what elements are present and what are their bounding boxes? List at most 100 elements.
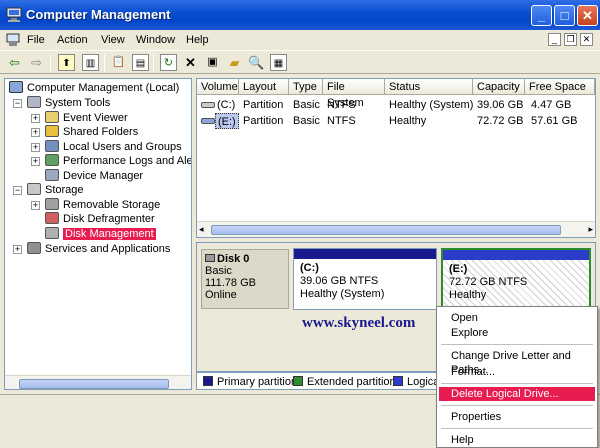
tree-removable-storage[interactable]: Removable Storage (45, 198, 160, 212)
expand-icon[interactable]: + (31, 157, 40, 166)
properties-icon[interactable]: 📋 (110, 54, 127, 71)
menu-window[interactable]: Window (136, 34, 175, 46)
computer-icon (9, 81, 23, 93)
legend-swatch (203, 376, 213, 386)
forward-icon[interactable]: ⇨ (28, 54, 45, 71)
menu-item-format[interactable]: Format... (451, 365, 495, 379)
watermark-text: www.skyneel.com (302, 315, 416, 331)
mdi-minimize-button[interactable]: _ (548, 33, 561, 46)
title-bar[interactable]: Computer Management _ □ ✕ (0, 0, 600, 30)
disk-info[interactable]: Disk 0 Basic 111.78 GB Online (201, 249, 289, 309)
volume-list[interactable]: Volume Layout Type File System Status Ca… (196, 78, 596, 238)
tree-storage[interactable]: Storage (27, 183, 84, 197)
column-header-type[interactable]: Type (289, 79, 323, 95)
scroll-thumb[interactable] (211, 225, 561, 235)
partition-c[interactable]: (C:) 39.06 GB NTFS Healthy (System) (293, 248, 437, 310)
column-header-capacity[interactable]: Capacity (473, 79, 525, 95)
maximize-button[interactable]: □ (554, 5, 575, 26)
column-header-volume[interactable]: Volume (197, 79, 239, 95)
disk-name: Disk 0 (217, 253, 250, 265)
close-icon: ✕ (582, 8, 593, 23)
menu-separator (441, 428, 593, 429)
back-icon[interactable]: ⇦ (6, 54, 23, 71)
scroll-left-icon[interactable]: ◂ (199, 224, 204, 235)
expand-icon[interactable]: + (31, 128, 40, 137)
services-icon (27, 242, 41, 254)
mdi-restore-button[interactable]: ❐ (564, 33, 577, 46)
scroll-thumb[interactable] (19, 379, 169, 389)
mdi-close-button[interactable]: ✕ (580, 33, 593, 46)
tree-system-tools[interactable]: System Tools (27, 96, 110, 110)
cell-volume: (E:) (215, 113, 239, 129)
menu-item-explore[interactable]: Explore (451, 326, 488, 340)
menu-view[interactable]: View (101, 34, 125, 46)
column-header-file-system[interactable]: File System (323, 79, 385, 109)
partition-label: (E:) (449, 263, 468, 275)
up-icon[interactable]: ⬆ (58, 54, 75, 71)
tree-performance-logs[interactable]: Performance Logs and Alerts (45, 154, 191, 168)
tree-root[interactable]: Computer Management (Local) (9, 81, 179, 95)
menu-bar: File Action View Window Help _ ❐ ✕ (0, 30, 600, 50)
tree-local-users[interactable]: Local Users and Groups (45, 140, 182, 154)
volume-horizontal-scrollbar[interactable]: ◂ ▸ (197, 221, 595, 237)
menu-item-help[interactable]: Help (451, 433, 474, 447)
legend-primary: Primary partition (203, 374, 297, 390)
menu-action[interactable]: Action (57, 34, 88, 46)
tree-services-applications[interactable]: Services and Applications (27, 242, 170, 256)
app-menu-icon[interactable] (6, 33, 20, 47)
tree-label: Services and Applications (45, 243, 171, 255)
tree-disk-management[interactable]: Disk Management (45, 227, 156, 241)
toolbar-separator (104, 54, 105, 72)
connect-icon[interactable]: ▣ (204, 54, 221, 71)
legend-swatch (293, 376, 303, 386)
menu-item-change-drive-letter[interactable]: Change Drive Letter and Paths... (451, 349, 597, 376)
cell-type: Basic (293, 99, 320, 111)
menu-item-delete-logical-drive[interactable]: Delete Logical Drive... (439, 387, 595, 401)
column-header-layout[interactable]: Layout (239, 79, 289, 95)
collapse-icon[interactable]: − (13, 186, 22, 195)
refresh-icon[interactable]: ↻ (160, 54, 177, 71)
cell-status: Healthy (System) (389, 99, 474, 111)
disk-type: Basic (205, 265, 232, 277)
partition-e[interactable]: (E:) 72.72 GB NTFS Healthy (441, 248, 591, 310)
tree-device-manager[interactable]: Device Manager (45, 169, 143, 183)
partition-status: Healthy (449, 289, 487, 301)
tree-pane[interactable]: Computer Management (Local) − System Too… (4, 78, 192, 390)
primary-partition-band (294, 249, 436, 259)
tree-label: Disk Defragmenter (63, 213, 155, 225)
delete-icon[interactable]: ✕ (182, 54, 199, 71)
magnify-icon[interactable]: ▦ (270, 54, 287, 71)
help-icon[interactable]: ▤ (132, 54, 149, 71)
disk-management-icon (45, 227, 59, 239)
open-icon[interactable]: ▰ (226, 54, 243, 71)
disk-icon (205, 254, 215, 262)
expand-icon[interactable]: + (31, 143, 40, 152)
show-hide-tree-icon[interactable]: ▥ (82, 54, 99, 71)
menu-separator (441, 344, 593, 345)
column-header-status[interactable]: Status (385, 79, 473, 95)
performance-icon (45, 154, 59, 166)
menu-help[interactable]: Help (186, 34, 209, 46)
scroll-right-icon[interactable]: ▸ (588, 224, 593, 235)
search-icon[interactable]: 🔍 (248, 54, 265, 71)
minimize-button[interactable]: _ (531, 5, 552, 26)
minimize-icon: _ (537, 8, 546, 23)
menu-item-properties[interactable]: Properties (451, 410, 501, 424)
tree-label: Removable Storage (63, 199, 161, 211)
menu-item-open[interactable]: Open (451, 311, 478, 325)
legend-swatch (393, 376, 403, 386)
close-button[interactable]: ✕ (577, 5, 598, 26)
expand-icon[interactable]: + (31, 114, 40, 123)
column-header-free-space[interactable]: Free Space (525, 79, 595, 95)
tree-disk-defragmenter[interactable]: Disk Defragmenter (45, 212, 155, 226)
tree-label: Local Users and Groups (63, 141, 182, 153)
tree-shared-folders[interactable]: Shared Folders (45, 125, 138, 139)
expand-icon[interactable]: + (13, 245, 22, 254)
expand-icon[interactable]: + (31, 201, 40, 210)
tree-horizontal-scrollbar[interactable] (5, 375, 191, 389)
menu-file[interactable]: File (27, 34, 45, 46)
tree-label: Storage (45, 184, 84, 196)
collapse-icon[interactable]: − (13, 99, 22, 108)
cell-type: Basic (293, 115, 320, 127)
tree-event-viewer[interactable]: Event Viewer (45, 111, 128, 125)
